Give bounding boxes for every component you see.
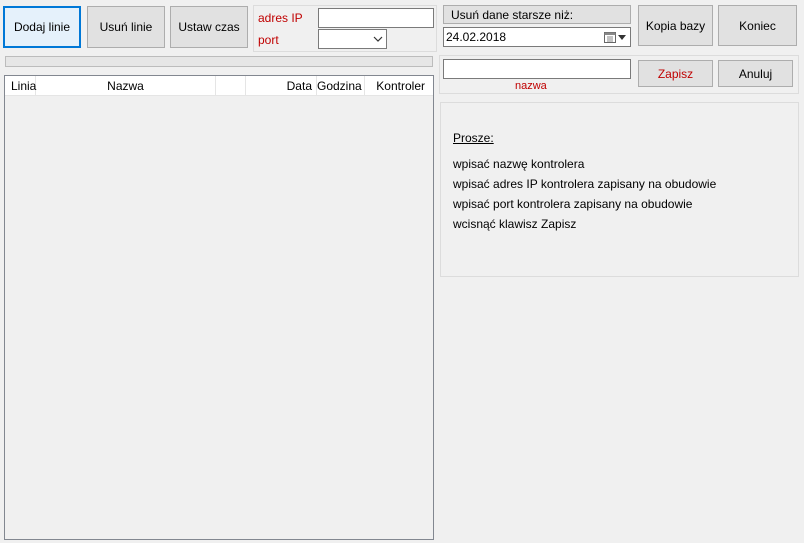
column-header-linia[interactable]: Linia	[5, 76, 36, 96]
add-line-button[interactable]: Dodaj linie	[3, 6, 81, 48]
ip-label: adres IP	[258, 11, 303, 25]
save-button[interactable]: Zapisz	[638, 60, 713, 87]
column-header-nazwa[interactable]: Nazwa	[36, 76, 216, 96]
instruction-line: wpisać adres IP kontrolera zapisany na o…	[453, 177, 717, 191]
column-header-godzina[interactable]: Godzina	[317, 76, 365, 96]
cancel-label: Anuluj	[738, 66, 773, 81]
column-header-empty[interactable]	[216, 76, 246, 96]
instruction-line: wpisać port kontrolera zapisany na obudo…	[453, 197, 693, 211]
port-select[interactable]	[318, 29, 387, 49]
instruction-line: wpisać nazwę kontrolera	[453, 157, 585, 171]
instructions-heading: Prosze:	[453, 131, 494, 145]
column-header-data[interactable]: Data	[246, 76, 317, 96]
table-header: Linia Nazwa Data Godzina Kontroler	[5, 76, 433, 96]
exit-button[interactable]: Koniec	[718, 5, 797, 46]
name-input[interactable]	[443, 59, 631, 79]
backup-label: Kopia bazy	[645, 18, 706, 33]
delete-older-label-box: Usuń dane starsze niż:	[443, 5, 631, 24]
delete-older-date-picker[interactable]: 24.02.2018	[443, 27, 631, 47]
progress-bar	[5, 56, 433, 67]
instruction-line: wcisnąć klawisz Zapisz	[453, 217, 577, 231]
port-label: port	[258, 33, 279, 47]
save-label: Zapisz	[657, 66, 694, 81]
set-time-label: Ustaw czas	[178, 20, 240, 34]
delete-older-label: Usuń dane starsze niż:	[451, 8, 574, 22]
chevron-down-icon	[370, 30, 386, 48]
backup-button[interactable]: Kopia bazy	[638, 5, 713, 46]
date-value: 24.02.2018	[446, 30, 507, 44]
set-time-button[interactable]: Ustaw czas	[170, 6, 248, 48]
ip-address-input[interactable]	[318, 8, 434, 28]
add-line-label: Dodaj linie	[13, 20, 71, 34]
column-header-kontroler[interactable]: Kontroler	[365, 76, 433, 96]
remove-line-button[interactable]: Usuń linie	[87, 6, 165, 48]
exit-label: Koniec	[739, 18, 776, 33]
calendar-dropdown-icon[interactable]	[604, 31, 630, 43]
lines-table[interactable]: Linia Nazwa Data Godzina Kontroler	[4, 75, 434, 540]
remove-line-label: Usuń linie	[99, 20, 153, 34]
name-label: nazwa	[515, 80, 547, 92]
instructions-panel: Prosze: wpisać nazwę kontrolera wpisać a…	[440, 102, 799, 277]
cancel-button[interactable]: Anuluj	[718, 60, 793, 87]
